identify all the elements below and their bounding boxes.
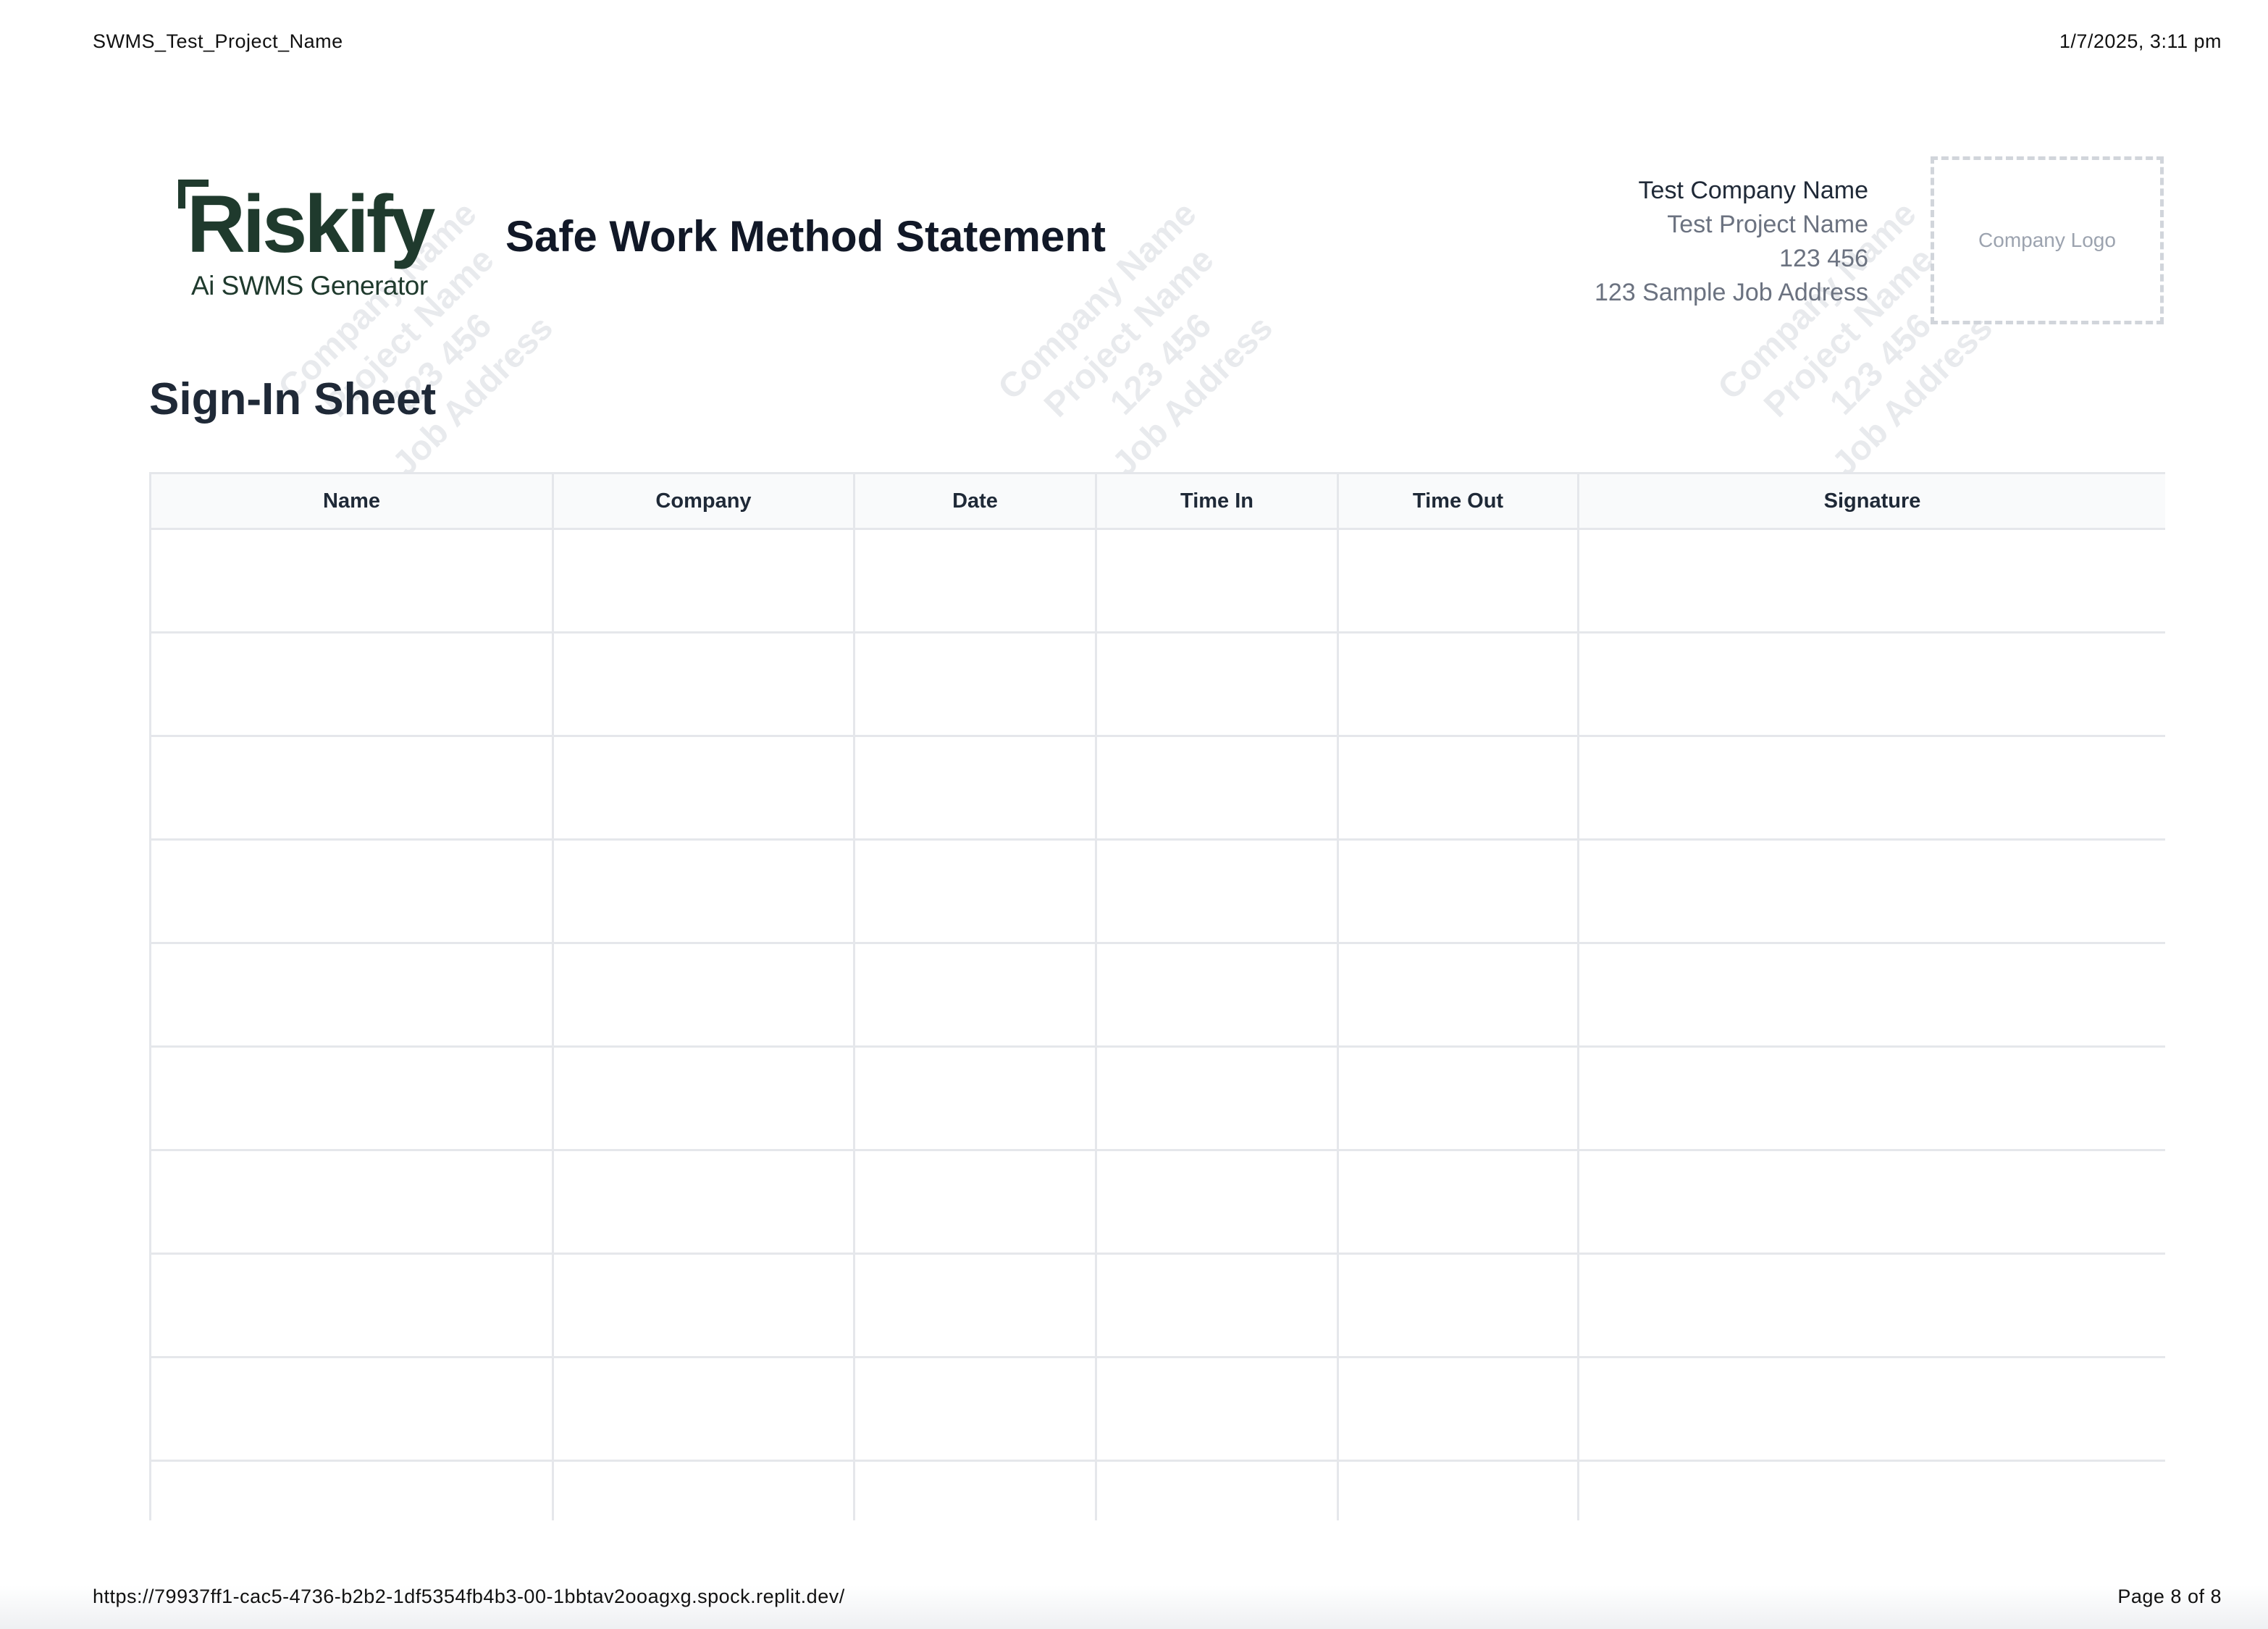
cell-company[interactable] [552,631,855,737]
cell-name[interactable] [149,528,554,634]
cell-name[interactable] [149,1045,554,1151]
print-footer-page-number: Page 8 of 8 [2117,1586,2222,1607]
table-header-row: Name Company Date Time In Time Out Signa… [149,472,2165,530]
cell-name[interactable] [149,838,554,944]
sign-in-table-container: Name Company Date Time In Time Out Signa… [149,472,2165,1520]
cell-time-in[interactable] [1095,528,1339,634]
cell-name[interactable] [149,631,554,737]
cell-time-in[interactable] [1095,1460,1339,1520]
table-row [149,735,2165,841]
cell-date[interactable] [853,528,1097,634]
cell-name[interactable] [149,1149,554,1255]
cell-name[interactable] [149,1356,554,1462]
cell-company[interactable] [552,1149,855,1255]
cell-company[interactable] [552,1460,855,1520]
column-header-name: Name [149,472,554,530]
watermark-line: Company Name [991,194,1204,408]
column-header-date: Date [853,472,1097,530]
cell-signature[interactable] [1577,735,2165,841]
cell-date[interactable] [853,735,1097,841]
cell-signature[interactable] [1577,1045,2165,1151]
cell-signature[interactable] [1577,1149,2165,1255]
cell-company[interactable] [552,942,855,1048]
column-header-company: Company [552,472,855,530]
cell-time-out[interactable] [1337,1253,1579,1358]
riskify-logo: Riskify Ai SWMS Generator [174,171,449,308]
table-row [149,838,2165,944]
company-name: Test Company Name [1638,177,1868,204]
cell-signature[interactable] [1577,1460,2165,1520]
cell-time-out[interactable] [1337,1356,1579,1462]
cell-date[interactable] [853,838,1097,944]
cell-date[interactable] [853,1253,1097,1358]
cell-time-out[interactable] [1337,631,1579,737]
logo-tagline: Ai SWMS Generator [191,271,428,300]
cell-signature[interactable] [1577,631,2165,737]
cell-time-in[interactable] [1095,1149,1339,1255]
project-name: Test Project Name [1667,211,1868,238]
cell-time-in[interactable] [1095,942,1339,1048]
cell-signature[interactable] [1577,528,2165,634]
table-row [149,1149,2165,1255]
cell-date[interactable] [853,942,1097,1048]
cell-time-out[interactable] [1337,838,1579,944]
table-row [149,942,2165,1048]
cell-signature[interactable] [1577,942,2165,1048]
cell-time-in[interactable] [1095,1045,1339,1151]
table-row [149,1356,2165,1462]
project-number: 123 456 [1779,245,1868,272]
cell-time-out[interactable] [1337,1149,1579,1255]
table-row [149,1253,2165,1358]
cell-name[interactable] [149,1253,554,1358]
cell-time-in[interactable] [1095,631,1339,737]
cell-time-out[interactable] [1337,735,1579,841]
print-footer-url: https://79937ff1-cac5-4736-b2b2-1df5354f… [93,1586,845,1607]
job-address: 123 Sample Job Address [1594,279,1868,306]
cell-signature[interactable] [1577,1356,2165,1462]
cell-company[interactable] [552,838,855,944]
cell-signature[interactable] [1577,838,2165,944]
cell-date[interactable] [853,1356,1097,1462]
section-title: Sign-In Sheet [149,374,437,424]
company-logo-label: Company Logo [1978,229,2116,251]
logo-wordmark: Riskify [187,179,435,269]
column-header-time-out: Time Out [1337,472,1579,530]
cell-time-in[interactable] [1095,1253,1339,1358]
cell-time-in[interactable] [1095,735,1339,841]
sign-in-table: Name Company Date Time In Time Out Signa… [149,472,2165,1520]
print-header-datetime: 1/7/2025, 3:11 pm [2059,30,2222,52]
cell-time-out[interactable] [1337,528,1579,634]
cell-date[interactable] [853,1149,1097,1255]
column-header-signature: Signature [1577,472,2165,530]
cell-time-out[interactable] [1337,1045,1579,1151]
cell-name[interactable] [149,1460,554,1520]
table-row [149,528,2165,634]
cell-time-out[interactable] [1337,1460,1579,1520]
company-logo-placeholder: Company Logo [1931,156,2164,324]
cell-time-out[interactable] [1337,942,1579,1048]
cell-time-in[interactable] [1095,1356,1339,1462]
cell-time-in[interactable] [1095,838,1339,944]
cell-name[interactable] [149,942,554,1048]
document-page: SWMS_Test_Project_Name 1/7/2025, 3:11 pm… [0,0,2268,1629]
document-title: Safe Work Method Statement [505,212,1106,261]
column-header-time-in: Time In [1095,472,1339,530]
cell-company[interactable] [552,1356,855,1462]
print-header-doc-name: SWMS_Test_Project_Name [93,30,343,52]
table-row [149,631,2165,737]
cell-company[interactable] [552,735,855,841]
table-row [149,1460,2165,1520]
table-row [149,1045,2165,1151]
cell-company[interactable] [552,1253,855,1358]
company-info: Test Company Name Test Project Name 123 … [1595,174,1868,310]
cell-date[interactable] [853,631,1097,737]
cell-date[interactable] [853,1045,1097,1151]
cell-name[interactable] [149,735,554,841]
cell-company[interactable] [552,1045,855,1151]
cell-date[interactable] [853,1460,1097,1520]
cell-signature[interactable] [1577,1253,2165,1358]
table-body [149,528,2165,1520]
cell-company[interactable] [552,528,855,634]
